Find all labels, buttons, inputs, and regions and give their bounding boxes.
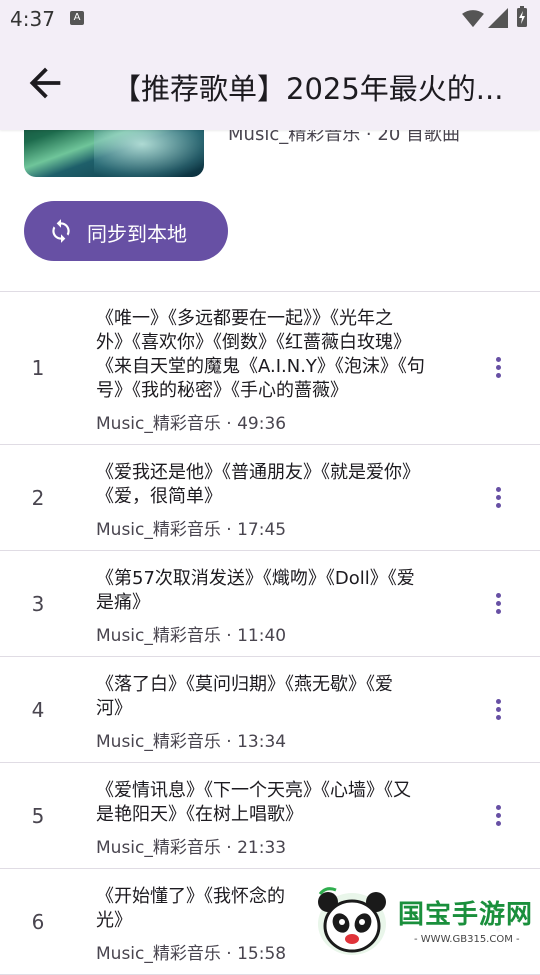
dot — [495, 503, 501, 508]
more-options-button[interactable] — [492, 699, 504, 723]
dot — [495, 357, 501, 362]
dot — [495, 373, 501, 378]
dot — [495, 609, 501, 614]
sync-icon — [52, 219, 70, 243]
list-item-title-line: 《来自天堂的魔鬼《A.I.N.Y》《泡沫》《句 — [96, 356, 425, 377]
list-item-number: 5 — [31, 804, 45, 828]
watermark-url: - WWW.GB315.COM - — [414, 934, 520, 945]
list-item-title-line: 《爱我还是他》《普通朋友》《就是爱你》 — [96, 462, 420, 483]
signal-icon — [488, 8, 508, 28]
dot — [495, 699, 501, 704]
arrow-left-icon — [29, 67, 61, 99]
list-item-title: 《落了白》《莫问归期》《燕无歇》《爱 河》 — [96, 673, 466, 721]
list-item-number: 2 — [31, 486, 45, 510]
more-vert-icon — [492, 805, 504, 826]
page-title: 【推荐歌单】2025年最火的... — [112, 72, 504, 106]
dot — [495, 601, 501, 606]
list-item-subtitle: Music_精彩音乐 · 49:36 — [96, 414, 287, 434]
dot — [495, 813, 501, 818]
watermark-name: 国宝手游网 — [398, 900, 534, 930]
more-vert-icon — [492, 699, 504, 720]
list-item-subtitle: Music_精彩音乐 · 21:33 — [96, 838, 287, 858]
list-item-number: 4 — [31, 698, 45, 722]
more-vert-icon — [492, 357, 504, 378]
top-app-bar: 【推荐歌单】2025年最火的... — [0, 38, 540, 130]
sync-button-label: 同步到本地 — [87, 222, 187, 246]
dot — [495, 365, 501, 370]
list-item[interactable]: 1 《唯一》《多远都要在一起》》《光年之 外》《喜欢你》《倒数》《红蔷薇白玫瑰》 《来… — [0, 292, 540, 445]
sync-to-local-button[interactable]: 同步到本地 — [24, 201, 228, 261]
battery-charging-icon — [517, 6, 527, 27]
list-item-title-line: 河》 — [96, 698, 132, 719]
panda-logo-icon — [318, 887, 386, 955]
list-item-title-line: 是痛》 — [96, 592, 150, 613]
more-options-button[interactable] — [492, 357, 504, 381]
list-item[interactable]: 4 《落了白》《莫问归期》《燕无歇》《爱 河》 Music_精彩音乐 · 13:34 — [0, 657, 540, 763]
list-item-title: 《唯一》《多远都要在一起》》《光年之 外》《喜欢你》《倒数》《红蔷薇白玫瑰》 《来自… — [96, 307, 466, 403]
list-item-title-line: 《爱，很简单》 — [96, 486, 222, 507]
dot — [495, 487, 501, 492]
more-options-button[interactable] — [492, 487, 504, 511]
list-item-number: 1 — [31, 356, 45, 380]
list-item-title-line: 外》《喜欢你》《倒数》《红蔷薇白玫瑰》 — [96, 332, 411, 353]
dot — [495, 821, 501, 826]
dot — [495, 715, 501, 720]
list-item-subtitle: Music_精彩音乐 · 13:34 — [96, 732, 287, 752]
playlist-list: 1 《唯一》《多远都要在一起》》《光年之 外》《喜欢你》《倒数》《红蔷薇白玫瑰》 《来… — [0, 292, 540, 975]
dot — [495, 805, 501, 810]
more-options-button[interactable] — [492, 593, 504, 617]
dot — [495, 593, 501, 598]
more-options-button[interactable] — [492, 805, 504, 829]
status-bar: 4:37 A — [0, 0, 540, 38]
list-item[interactable]: 3 《第57次取消发送》《熾吻》《Doll》《爱 是痛》 Music_精彩音乐 · 1… — [0, 551, 540, 657]
list-item-title-line: 是艳阳天》《在树上唱歌》 — [96, 804, 303, 825]
dot — [495, 707, 501, 712]
list-item-subtitle: Music_精彩音乐 · 17:45 — [96, 520, 287, 540]
app-notification-icon: A — [70, 11, 84, 25]
dot — [495, 495, 501, 500]
status-time: 4:37 — [10, 7, 55, 31]
list-item-title-line: 《唯一》《多远都要在一起》》《光年之 — [96, 308, 393, 329]
list-item-title: 《第57次取消发送》《熾吻》《Doll》《爱 是痛》 — [96, 567, 466, 615]
list-item[interactable]: 5 《爱情讯息》《下一个天亮》《心墙》《又 是艳阳天》《在树上唱歌》 Music_精彩… — [0, 763, 540, 869]
more-vert-icon — [492, 593, 504, 614]
more-vert-icon — [492, 487, 504, 508]
list-item-title: 《爱我还是他》《普通朋友》《就是爱你》 《爱，很简单》 — [96, 461, 466, 509]
list-item-subtitle: Music_精彩音乐 · 15:58 — [96, 944, 287, 964]
list-item-subtitle: Music_精彩音乐 · 11:40 — [96, 626, 287, 646]
wifi-icon — [462, 10, 484, 28]
list-item[interactable]: 2 《爱我还是他》《普通朋友》《就是爱你》 《爱，很简单》 Music_精彩音乐 · … — [0, 445, 540, 551]
list-item-number: 6 — [31, 910, 45, 934]
list-item-title-line: 《第57次取消发送》《熾吻》《Doll》《爱 — [96, 568, 415, 589]
watermark: 国宝手游网 - WWW.GB315.COM - — [296, 880, 540, 960]
list-item-number: 3 — [31, 592, 45, 616]
list-item-title-line: 《爱情讯息》《下一个天亮》《心墙》《又 — [96, 780, 411, 801]
list-item-title-line: 号》《我的秘密》《手心的蔷薇》 — [96, 380, 348, 401]
list-item-title-line: 《落了白》《莫问归期》《燕无歇》《爱 — [96, 674, 393, 695]
back-button[interactable] — [22, 60, 68, 106]
list-item-title: 《爱情讯息》《下一个天亮》《心墙》《又 是艳阳天》《在树上唱歌》 — [96, 779, 466, 827]
